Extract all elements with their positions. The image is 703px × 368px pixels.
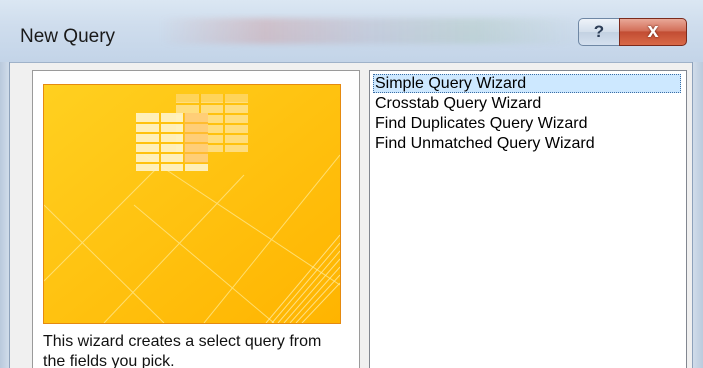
dialog-title: New Query [20, 26, 116, 47]
list-item-find-duplicates-query-wizard[interactable]: Find Duplicates Query Wizard [373, 114, 681, 133]
window-frame-right [692, 62, 703, 368]
list-item-crosstab-query-wizard[interactable]: Crosstab Query Wizard [373, 94, 681, 113]
window-frame-left [0, 62, 10, 368]
close-icon: x [647, 20, 659, 42]
title-bar-glare [160, 18, 580, 44]
help-icon: ? [593, 22, 605, 41]
wizard-preview-image [43, 84, 341, 324]
query-illustration [44, 85, 340, 323]
wizard-description: This wizard creates a select query from … [43, 333, 322, 368]
new-query-dialog: New Query ? x This wizard creates a sele… [0, 0, 703, 368]
close-button[interactable]: x [619, 18, 687, 46]
list-item-simple-query-wizard[interactable]: Simple Query Wizard [373, 74, 681, 93]
title-bar[interactable]: New Query ? x [0, 0, 703, 63]
help-button[interactable]: ? [578, 18, 620, 46]
list-item-find-unmatched-query-wizard[interactable]: Find Unmatched Query Wizard [373, 134, 681, 153]
wizard-preview-panel: This wizard creates a select query from … [32, 70, 360, 368]
query-type-list[interactable]: Simple Query Wizard Crosstab Query Wizar… [369, 70, 687, 368]
